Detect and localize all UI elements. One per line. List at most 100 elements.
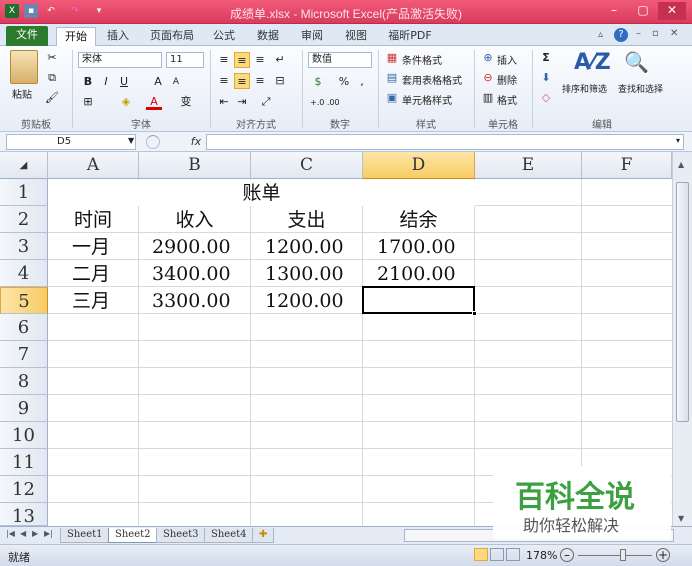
cell-style-button[interactable]: 单元格样式 bbox=[402, 92, 452, 107]
zoom-in-icon[interactable]: + bbox=[656, 548, 670, 562]
scrollbar-thumb[interactable] bbox=[676, 182, 689, 422]
copy-icon[interactable]: ⧉ bbox=[44, 70, 60, 86]
doc-restore-icon[interactable]: ▫ bbox=[652, 28, 659, 39]
orientation-icon[interactable]: ⤢ bbox=[258, 94, 274, 110]
header-cell[interactable]: 结余 bbox=[363, 207, 474, 233]
row-header[interactable]: 8 bbox=[0, 368, 48, 395]
column-header-d[interactable]: D bbox=[363, 152, 475, 179]
row-header[interactable]: 7 bbox=[0, 341, 48, 368]
increase-decimal-button[interactable]: +.0 .00 bbox=[310, 98, 340, 107]
row-header[interactable]: 2 bbox=[0, 206, 48, 233]
data-cell[interactable]: 3400.00 bbox=[152, 261, 250, 287]
data-cell[interactable]: 一月 bbox=[72, 234, 138, 260]
autosum-button[interactable]: Σ bbox=[538, 50, 554, 66]
tab-file[interactable]: 文件 bbox=[6, 26, 48, 46]
bold-button[interactable]: B bbox=[80, 74, 96, 90]
row-header[interactable]: 4 bbox=[0, 260, 48, 287]
align-top-icon[interactable]: ≡ bbox=[216, 52, 232, 68]
insert-sheet-icon[interactable]: ✚ bbox=[252, 528, 275, 543]
first-sheet-icon[interactable]: |◀ bbox=[6, 529, 15, 538]
font-color-button[interactable]: A bbox=[146, 94, 162, 110]
zoom-out-icon[interactable]: – bbox=[560, 548, 574, 562]
data-cell[interactable]: 1300.00 bbox=[265, 261, 362, 287]
row-header[interactable]: 5 bbox=[0, 287, 48, 314]
tab-review[interactable]: 审阅 bbox=[292, 27, 332, 46]
border-icon[interactable]: ⊞ bbox=[80, 94, 96, 110]
help-icon[interactable]: ? bbox=[614, 28, 628, 42]
page-layout-view-icon[interactable] bbox=[490, 548, 504, 561]
row-header[interactable]: 11 bbox=[0, 449, 48, 476]
next-sheet-icon[interactable]: ▶ bbox=[32, 529, 38, 538]
fill-icon[interactable]: ⬇ bbox=[538, 70, 554, 86]
name-box-dropdown-icon[interactable]: ▼ bbox=[128, 136, 134, 145]
data-cell[interactable]: 2100.00 bbox=[377, 261, 474, 287]
formula-input[interactable] bbox=[206, 134, 684, 150]
format-painter-icon[interactable]: 🖌 bbox=[44, 90, 60, 106]
column-header-a[interactable]: A bbox=[48, 152, 139, 179]
tab-insert[interactable]: 插入 bbox=[100, 27, 136, 46]
merge-center-icon[interactable]: ⊟ bbox=[272, 73, 288, 89]
sheet-title-cell[interactable]: 账单 bbox=[48, 180, 475, 206]
decrease-indent-icon[interactable]: ⇤ bbox=[216, 94, 232, 110]
data-cell[interactable]: 三月 bbox=[72, 288, 138, 314]
number-format-combo[interactable]: 数值 bbox=[308, 52, 372, 68]
sheet-tab[interactable]: Sheet1 bbox=[60, 528, 110, 543]
cancel-formula-icon[interactable]: ⌒ bbox=[146, 135, 160, 149]
delete-cells-button[interactable]: 删除 bbox=[497, 72, 517, 87]
column-header-e[interactable]: E bbox=[475, 152, 582, 179]
data-cell[interactable]: 3300.00 bbox=[152, 288, 250, 314]
select-all-corner[interactable]: ◢ bbox=[0, 152, 48, 179]
header-cell[interactable]: 支出 bbox=[251, 207, 362, 233]
expand-formula-icon[interactable]: ▾ bbox=[676, 136, 680, 145]
row-header[interactable]: 9 bbox=[0, 395, 48, 422]
insert-cells-button[interactable]: 插入 bbox=[497, 52, 517, 67]
wrap-text-icon[interactable]: ↵ bbox=[272, 52, 288, 68]
align-left-icon[interactable]: ≡ bbox=[216, 73, 232, 89]
row-header[interactable]: 1 bbox=[0, 179, 48, 206]
italic-button[interactable]: I bbox=[98, 74, 114, 90]
font-size-combo[interactable]: 11 bbox=[166, 52, 204, 68]
paste-button[interactable]: 粘贴 bbox=[12, 86, 32, 101]
data-cell[interactable]: 1200.00 bbox=[265, 234, 362, 260]
prev-sheet-icon[interactable]: ◀ bbox=[20, 529, 26, 538]
minimize-button[interactable]: – bbox=[600, 2, 628, 20]
scroll-up-icon[interactable]: ▲ bbox=[678, 160, 684, 169]
column-header-b[interactable]: B bbox=[139, 152, 251, 179]
sheet-tab-active[interactable]: Sheet2 bbox=[108, 528, 158, 543]
tab-view[interactable]: 视图 bbox=[336, 27, 376, 46]
name-box[interactable]: D5 bbox=[6, 134, 136, 150]
row-header[interactable]: 13 bbox=[0, 503, 48, 527]
page-break-view-icon[interactable] bbox=[506, 548, 520, 561]
tab-data[interactable]: 数据 bbox=[248, 27, 288, 46]
align-right-icon[interactable]: ≡ bbox=[252, 73, 268, 89]
normal-view-icon[interactable] bbox=[474, 548, 488, 561]
sheet-tab[interactable]: Sheet3 bbox=[156, 528, 206, 543]
format-cells-button[interactable]: 格式 bbox=[497, 92, 517, 107]
active-cell-d5[interactable] bbox=[362, 286, 475, 314]
cut-icon[interactable]: ✂ bbox=[44, 50, 60, 66]
header-cell[interactable]: 收入 bbox=[139, 207, 250, 233]
header-cell[interactable]: 时间 bbox=[48, 207, 138, 233]
sheet-tab[interactable]: Sheet4 bbox=[204, 528, 254, 543]
increase-indent-icon[interactable]: ⇥ bbox=[234, 94, 250, 110]
row-header[interactable]: 3 bbox=[0, 233, 48, 260]
row-header[interactable]: 10 bbox=[0, 422, 48, 449]
font-name-combo[interactable]: 宋体 bbox=[78, 52, 162, 68]
percent-button[interactable]: % bbox=[336, 74, 352, 90]
find-select-button[interactable]: 查找和选择 bbox=[618, 82, 663, 95]
maximize-button[interactable]: ▢ bbox=[629, 2, 657, 20]
align-center-icon[interactable]: ≡ bbox=[234, 73, 250, 89]
fill-color-icon[interactable]: ◈ bbox=[118, 94, 134, 110]
fill-handle[interactable] bbox=[472, 311, 477, 316]
insert-function-button[interactable]: fx bbox=[186, 134, 206, 150]
tab-home[interactable]: 开始 bbox=[56, 27, 96, 46]
row-header[interactable]: 12 bbox=[0, 476, 48, 503]
shrink-font-button[interactable]: A bbox=[168, 74, 184, 90]
zoom-level[interactable]: 178% bbox=[526, 549, 557, 562]
tab-foxit-pdf[interactable]: 福昕PDF bbox=[382, 27, 438, 46]
table-format-button[interactable]: 套用表格格式 bbox=[402, 72, 462, 87]
scroll-down-icon[interactable]: ▼ bbox=[678, 514, 684, 523]
data-cell[interactable]: 1700.00 bbox=[377, 234, 474, 260]
grow-font-button[interactable]: A bbox=[150, 74, 166, 90]
paste-icon[interactable] bbox=[10, 50, 38, 84]
